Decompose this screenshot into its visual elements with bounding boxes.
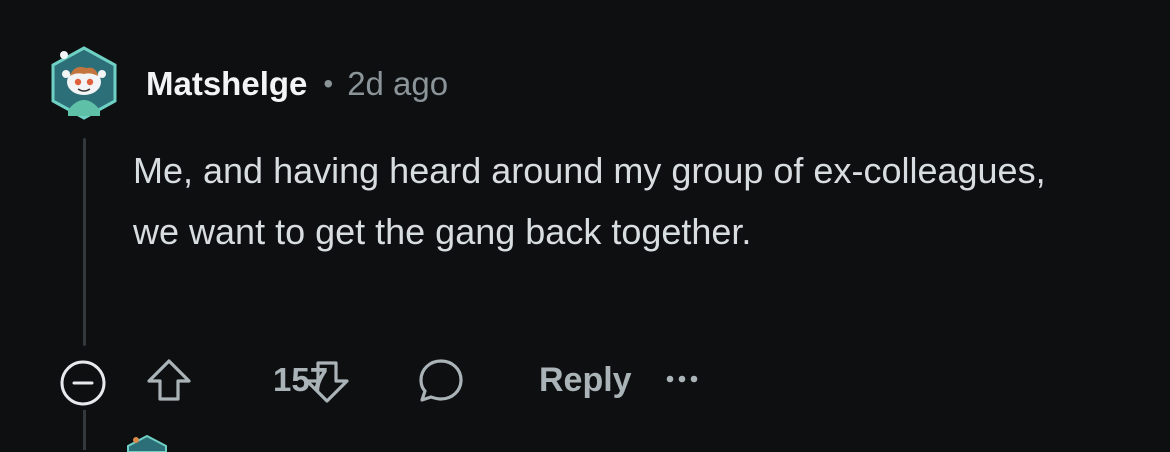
collapse-minus-icon[interactable] xyxy=(56,356,110,410)
downvote-arrow-icon[interactable] xyxy=(302,358,352,406)
thread-line[interactable] xyxy=(83,138,86,346)
upvote-arrow-icon[interactable] xyxy=(144,356,194,404)
comment-header: Matshelge • 2d ago xyxy=(146,62,448,106)
meta-separator: • xyxy=(323,68,334,99)
comment-body: Me, and having heard around my group of … xyxy=(133,150,1046,252)
speech-bubble-icon[interactable] xyxy=(416,356,466,406)
username-link[interactable]: Matshelge xyxy=(146,65,307,103)
comment-actions: 157 Reply xyxy=(56,350,756,408)
next-comment-avatar-icon xyxy=(127,434,167,452)
comment: Matshelge • 2d ago Me, and having heard … xyxy=(0,0,1170,452)
reply-button[interactable]: Reply xyxy=(539,360,632,400)
thread-line-continuation xyxy=(83,410,86,450)
more-options-icon[interactable] xyxy=(664,372,700,386)
snoo-avatar-icon[interactable] xyxy=(50,46,118,120)
timestamp: 2d ago xyxy=(347,65,449,102)
